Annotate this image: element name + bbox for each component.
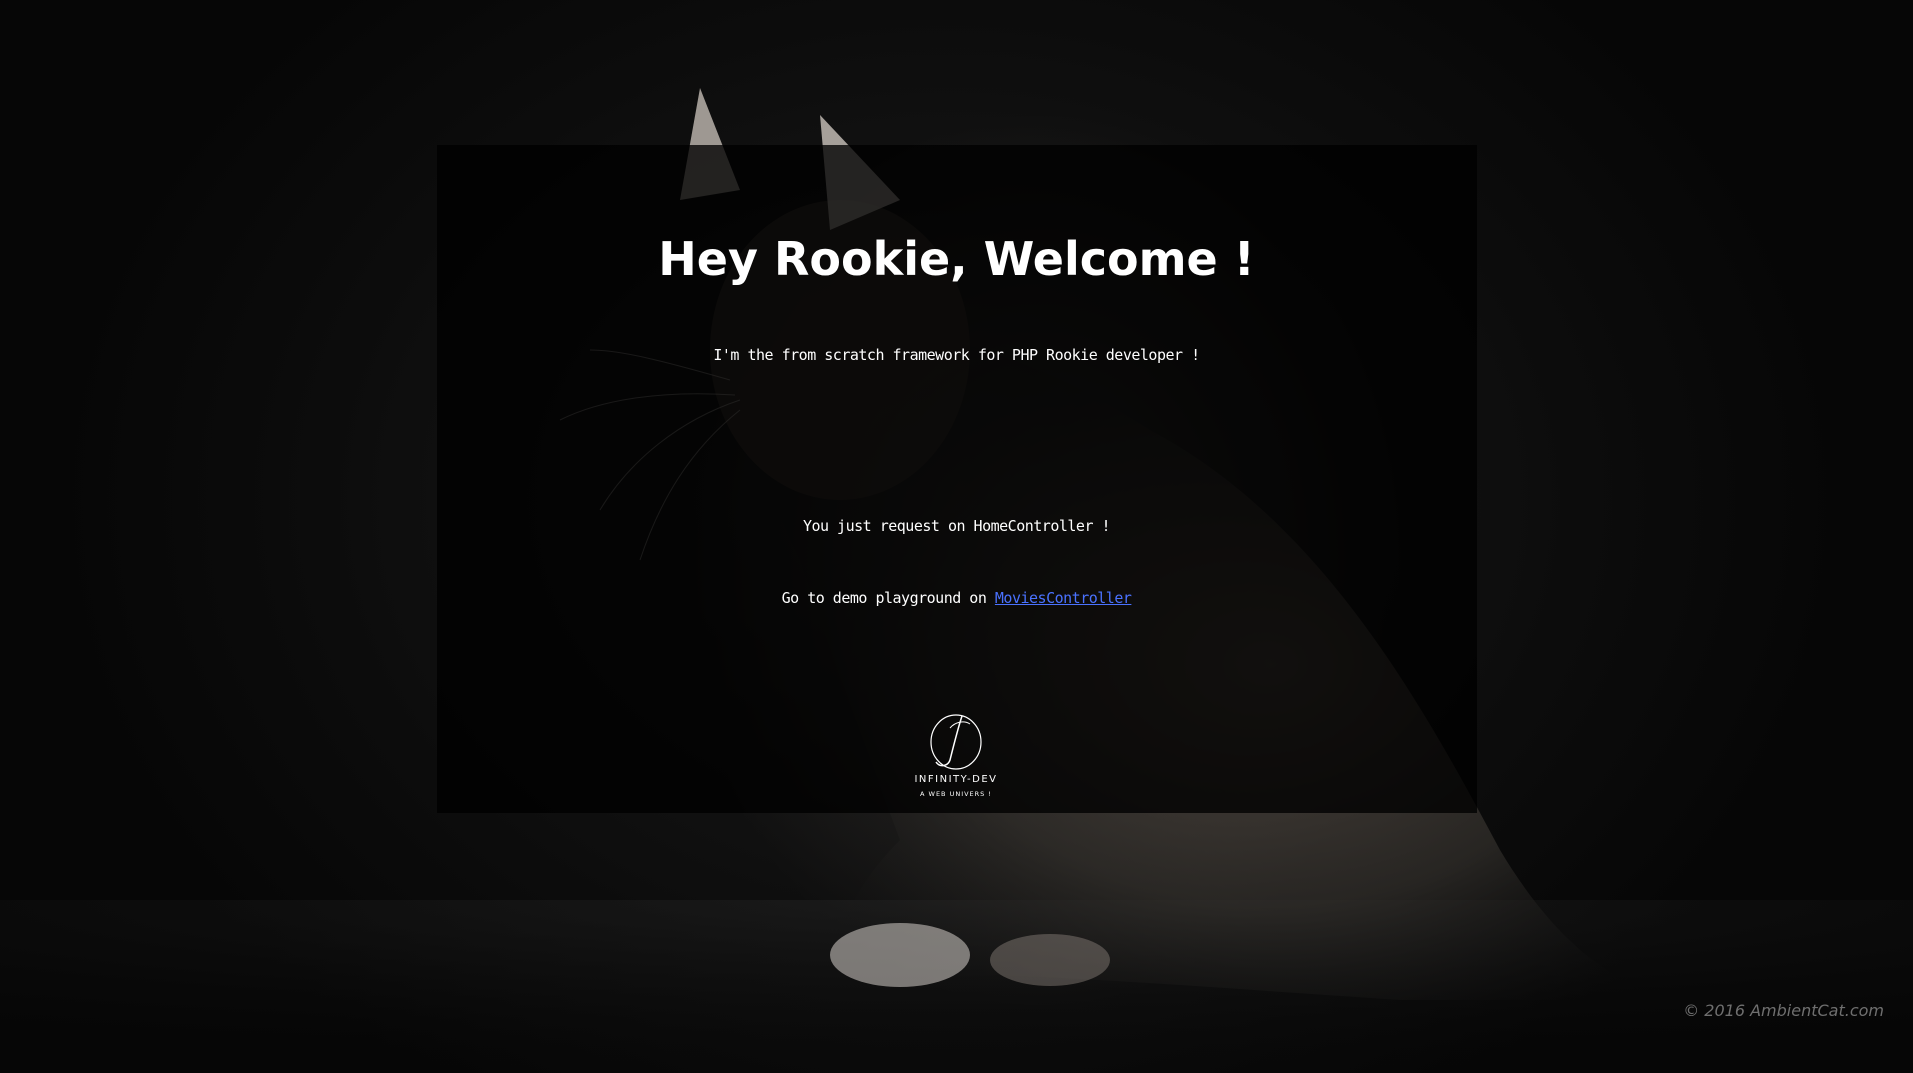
tagline-text: I'm the from scratch framework for PHP R… [713, 346, 1200, 364]
copyright-watermark: © 2016 AmbientCat.com [1683, 1001, 1884, 1020]
page-title: Hey Rookie, Welcome ! [658, 232, 1255, 286]
demo-line: Go to demo playground on MoviesControlle… [0, 589, 1913, 607]
infinity-dev-logo: INFINITY-DEV A WEB UNIVERS ! [900, 708, 1012, 804]
demo-prefix-text: Go to demo playground on [781, 589, 995, 607]
logo-name: INFINITY-DEV [914, 774, 998, 785]
welcome-page: Hey Rookie, Welcome ! I'm the from scrat… [0, 0, 1913, 1073]
request-info-text: You just request on HomeController ! [802, 517, 1111, 535]
infinity-dev-logo-icon [930, 714, 982, 770]
logo-subtitle: A WEB UNIVERS ! [920, 790, 992, 798]
movies-controller-link[interactable]: MoviesController [995, 589, 1132, 607]
